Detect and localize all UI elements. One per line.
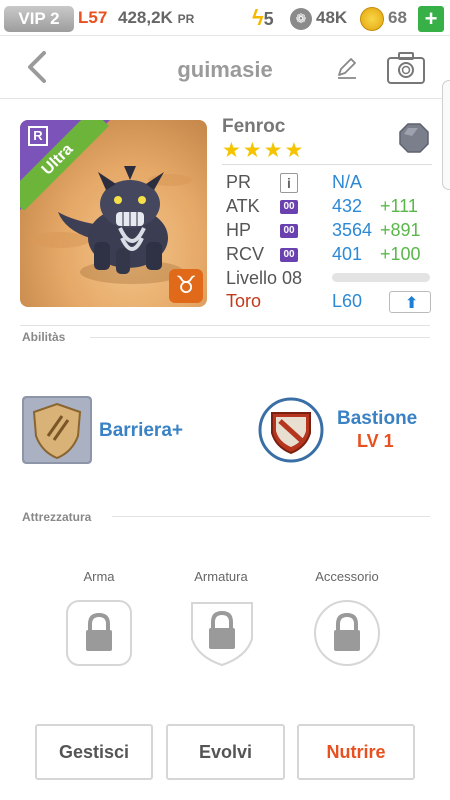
taurus-icon: ♉ — [169, 269, 203, 303]
stat-bonus-hp: +891 — [380, 220, 421, 240]
armor-slot-lock-icon[interactable] — [188, 599, 256, 667]
coin-icon — [360, 7, 384, 31]
slot-label-weapon: Arma — [83, 569, 115, 584]
stat-bonus-rcv: +100 — [380, 244, 421, 264]
divider — [20, 325, 430, 326]
page-header: guimasie — [0, 37, 450, 99]
stat-label-hp: HP — [226, 220, 252, 240]
up-arrow-icon: ⬆ — [405, 295, 419, 312]
atk-plus-badge: 00 — [280, 200, 298, 214]
level-cap: L60 — [332, 291, 363, 311]
player-level: L57 — [78, 8, 108, 27]
energy-value: 5 — [263, 9, 274, 29]
divider — [222, 164, 432, 165]
pencil-icon[interactable] — [334, 55, 360, 81]
add-currency-button[interactable]: + — [418, 6, 444, 32]
stat-label-atk: ATK — [226, 196, 260, 216]
skill-name-bastione[interactable]: Bastione — [337, 408, 417, 430]
info-icon[interactable]: i — [280, 173, 298, 193]
stat-bonus-atk: +111 — [380, 196, 418, 216]
skill-name-barriera[interactable]: Barriera+ — [99, 420, 183, 442]
manage-button[interactable]: Gestisci — [35, 724, 153, 780]
abilities-title: Abilitàs — [22, 330, 66, 344]
monster-name: Fenroc — [222, 116, 286, 137]
energy-counter[interactable]: ϟ5 — [252, 5, 274, 31]
bastion-skill-icon[interactable] — [258, 397, 324, 463]
hp-plus-badge: 00 — [280, 224, 298, 238]
evolve-button[interactable]: Evolvi — [166, 724, 285, 780]
paw-value[interactable]: 48K — [316, 8, 347, 28]
monster-portrait[interactable]: Ultra R ♉ — [20, 120, 207, 307]
stat-value-hp: 3564 — [332, 220, 373, 240]
coin-value[interactable]: 68 — [388, 8, 407, 28]
page-title: guimasie — [177, 57, 273, 82]
slot-label-armor: Armatura — [194, 569, 248, 584]
stat-label-pr: PR — [226, 172, 252, 192]
vip-badge[interactable]: VIP 2 — [4, 6, 74, 32]
stat-value-atk: 432 — [332, 196, 363, 216]
player-power: 428,2K PR — [118, 8, 194, 28]
divider — [90, 337, 430, 338]
stat-value-pr: N/A — [332, 172, 363, 192]
slot-label-accessory: Accessorio — [315, 569, 379, 584]
equipment-title: Attrezzatura — [22, 510, 92, 524]
accessory-slot-lock-icon[interactable] — [313, 599, 381, 667]
paw-icon: ❁ — [290, 8, 312, 30]
lightning-icon: ϟ — [252, 5, 264, 30]
camera-icon[interactable] — [386, 51, 426, 85]
element-stone-icon[interactable] — [398, 122, 430, 154]
weapon-slot-lock-icon[interactable] — [65, 599, 133, 667]
stat-value-rcv: 401 — [332, 244, 363, 264]
stat-label-rcv: RCV — [226, 244, 265, 264]
feed-button[interactable]: Nutrire — [297, 724, 415, 780]
rcv-plus-badge: 00 — [280, 248, 298, 262]
rarity-ribbon: Ultra R — [20, 120, 110, 210]
player-power-unit: PR — [177, 12, 195, 26]
xp-progress-bar — [332, 273, 430, 282]
skill-level: LV 1 — [357, 431, 394, 451]
star-rating: ★★★★ — [222, 139, 306, 162]
level-label: Livello 08 — [226, 268, 303, 288]
player-power-value: 428,2K — [118, 8, 173, 27]
divider — [112, 516, 430, 517]
rare-badge-icon: R — [28, 126, 48, 146]
status-bar: VIP 2 L57 428,2K PR ϟ5 ❁ 48K 68 + — [0, 0, 450, 36]
side-drawer-handle[interactable] — [442, 80, 450, 190]
zodiac-name: Toro — [226, 291, 262, 311]
level-up-button[interactable]: ⬆ — [389, 291, 431, 313]
shield-skill-icon[interactable] — [22, 396, 92, 464]
